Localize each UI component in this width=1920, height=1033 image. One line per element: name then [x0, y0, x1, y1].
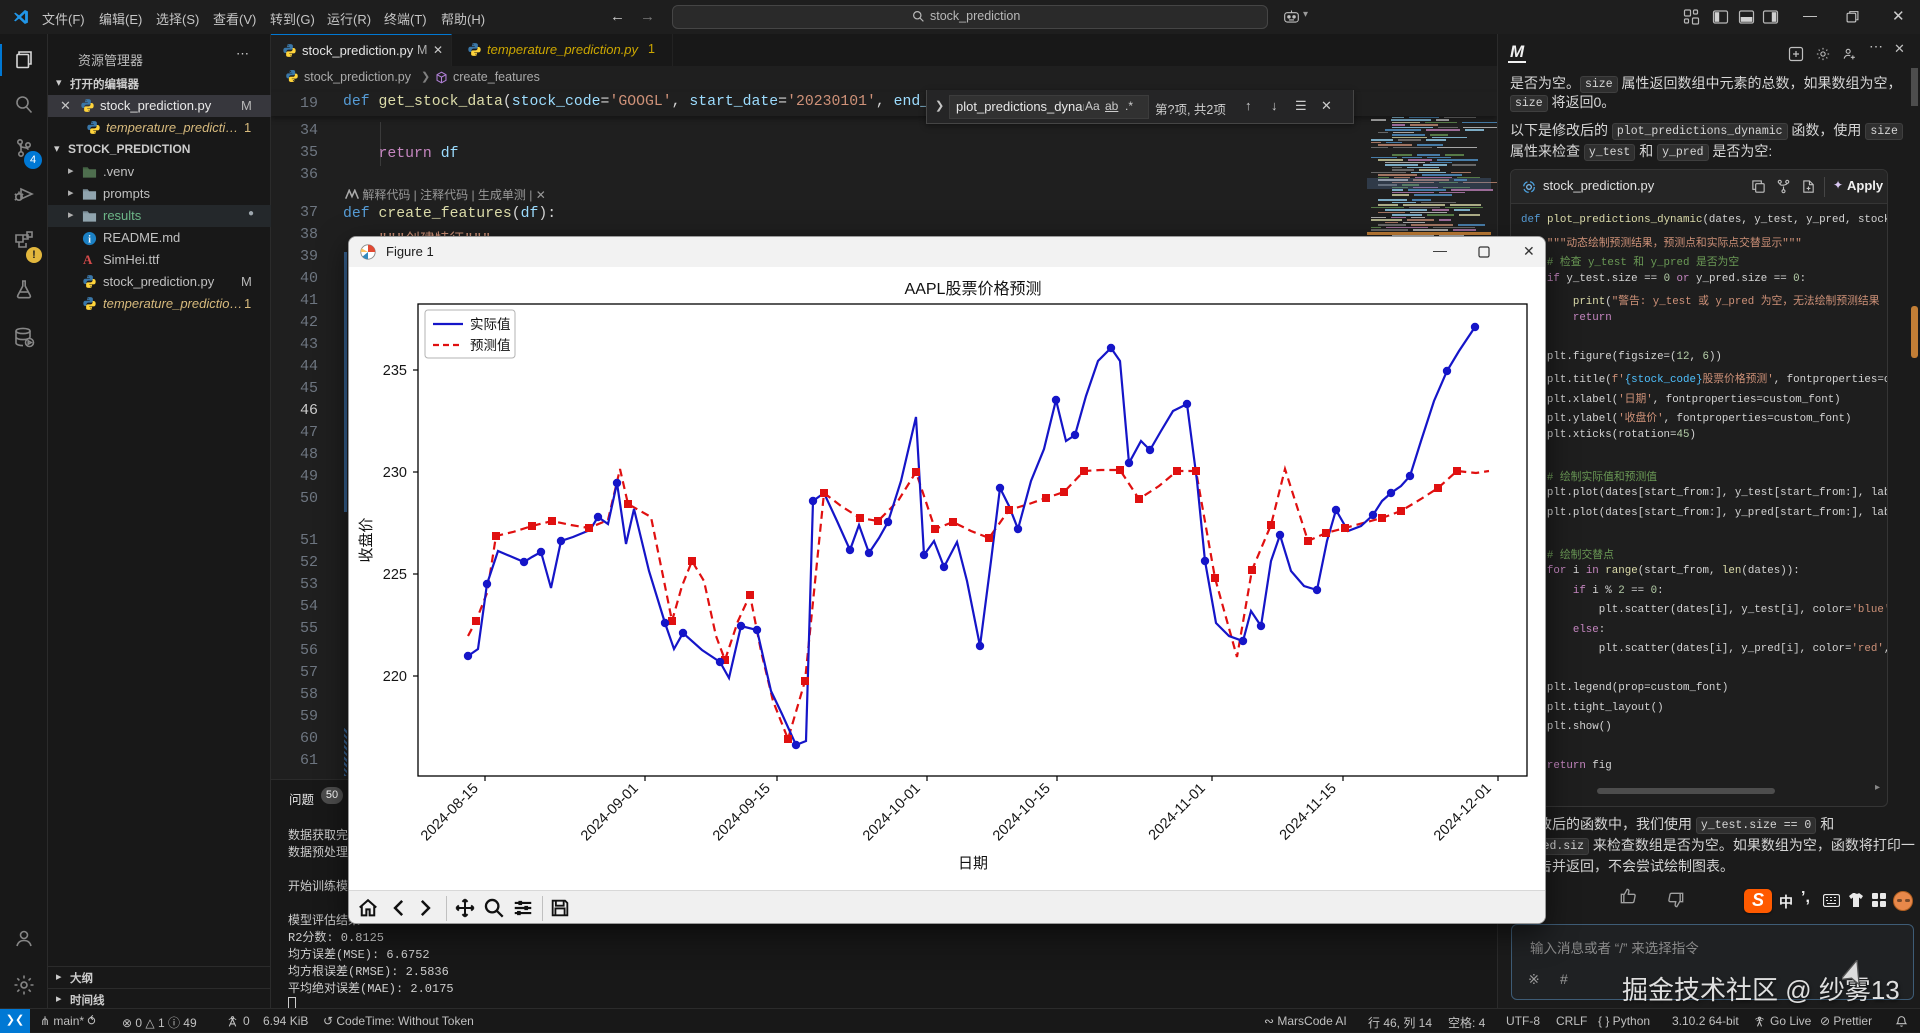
svg-text:2024-08-15: 2024-08-15: [418, 781, 482, 845]
svg-text:2024-12-01: 2024-12-01: [1431, 781, 1495, 845]
svg-text:2024-09-01: 2024-09-01: [578, 781, 642, 845]
svg-text:实际值: 实际值: [470, 317, 511, 332]
svg-text:2024-11-15: 2024-11-15: [1277, 781, 1340, 844]
svg-text:日期: 日期: [958, 855, 988, 872]
svg-text:2024-09-15: 2024-09-15: [710, 781, 774, 845]
svg-text:2024-10-01: 2024-10-01: [860, 781, 924, 845]
svg-text:230: 230: [383, 465, 407, 481]
svg-text:235: 235: [383, 363, 407, 379]
svg-text:2024-11-01: 2024-11-01: [1146, 781, 1209, 844]
svg-text:i: i: [88, 234, 91, 245]
svg-text:220: 220: [383, 669, 407, 685]
svg-text:预测值: 预测值: [470, 338, 511, 353]
svg-text:AAPL股票价格预测: AAPL股票价格预测: [905, 280, 1042, 298]
svg-text:2024-10-15: 2024-10-15: [990, 781, 1054, 845]
svg-text:225: 225: [383, 567, 407, 583]
svg-text:收盘价: 收盘价: [357, 517, 375, 562]
